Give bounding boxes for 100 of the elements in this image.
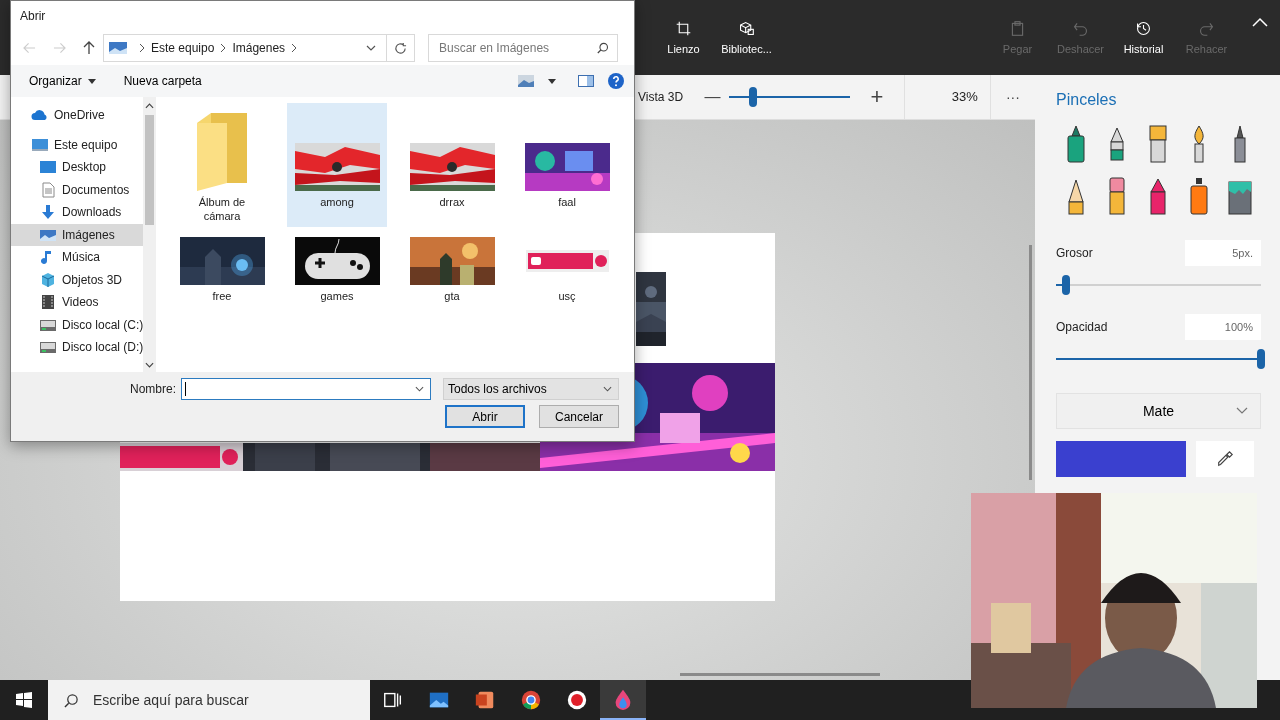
computer-icon (31, 136, 49, 153)
nav-item[interactable]: Downloads (11, 201, 144, 224)
chevron-icon (291, 43, 298, 53)
view-icon[interactable] (518, 75, 534, 87)
dialog-title: Abrir (19, 8, 47, 25)
scrollbar[interactable] (680, 673, 880, 676)
file-item[interactable]: free (172, 233, 272, 307)
file-name-label: Nombre: (130, 382, 176, 396)
file-item[interactable]: Álbum de cámara (172, 103, 272, 227)
file-item[interactable]: usç (517, 233, 617, 307)
crop-icon (675, 20, 692, 37)
zoom-reading: 33% (903, 75, 990, 119)
zoom-in-button[interactable]: + (866, 84, 888, 110)
chevron-icon (1236, 407, 1248, 415)
file-item[interactable]: drrax (402, 103, 502, 227)
finish-dropdown[interactable]: Mate (1056, 393, 1261, 429)
nav-item[interactable]: Disco local (C:) (11, 313, 144, 336)
nav-item[interactable]: Videos (11, 291, 144, 314)
undo-icon (1072, 20, 1089, 37)
presentation-icon (474, 689, 496, 711)
folder-icon (197, 113, 247, 191)
address-bar[interactable]: Este equipo Imágenes (103, 34, 415, 62)
pictures-icon (109, 42, 127, 54)
search-icon (64, 692, 79, 708)
nav-item[interactable]: Documentos (11, 178, 144, 201)
search-field[interactable]: Buscar en Imágenes (428, 34, 618, 62)
history-icon (1135, 20, 1152, 37)
collapse-icon[interactable] (1252, 16, 1268, 27)
file-name: Álbum de cámara (197, 195, 247, 223)
dropdown-icon[interactable] (548, 78, 556, 84)
slider-thumb[interactable] (748, 87, 757, 107)
zoom-slider[interactable] (728, 86, 851, 108)
file-name: usç (557, 289, 577, 303)
file-item[interactable]: gta (402, 233, 502, 307)
nav-item[interactable]: Música (11, 246, 144, 269)
scrollbar[interactable] (1029, 245, 1032, 480)
thickness-slider[interactable] (1056, 275, 1261, 295)
nav-item[interactable]: Objetos 3D (11, 268, 144, 291)
help-icon[interactable] (608, 73, 624, 89)
opacity-field[interactable]: 100% (1185, 314, 1261, 340)
scrollbar-thumb[interactable] (145, 115, 155, 225)
file-item[interactable]: faal (517, 103, 617, 227)
nav-item[interactable]: Imágenes (11, 223, 144, 246)
toolbar-button[interactable]: Historial (1112, 0, 1175, 75)
zoom-out-button[interactable]: — (700, 88, 725, 106)
scroll-down-icon[interactable] (145, 362, 155, 368)
clipboard-icon (1009, 20, 1026, 37)
nav-item[interactable]: Disco local (D:) (11, 336, 144, 359)
search-icon (597, 42, 609, 54)
file-name: free (211, 289, 233, 303)
refresh-icon (394, 41, 407, 55)
eyedropper-icon (1216, 450, 1234, 468)
thickness-label: Grosor (1056, 246, 1093, 260)
new-folder-button[interactable]: Nueva carpeta (119, 74, 206, 88)
panel-title: Pinceles (1056, 91, 1118, 109)
dropdown-icon[interactable] (415, 386, 424, 392)
breadcrumb-item[interactable]: Este equipo (151, 41, 215, 55)
file-name: among (319, 195, 355, 209)
toolbar-button[interactable]: Bibliotec... (715, 0, 778, 75)
toolbar-button[interactable]: Lienzo (652, 0, 715, 75)
search-input[interactable]: Escribe aquí para buscar (91, 691, 355, 709)
color-swatch[interactable] (1056, 441, 1186, 477)
view-3d-label: Vista 3D (638, 90, 685, 104)
file-name-field[interactable] (181, 378, 431, 400)
organize-button[interactable]: Organizar (25, 74, 100, 88)
cube-icon (39, 271, 57, 288)
eyedropper-button[interactable] (1196, 441, 1254, 477)
start-icon (16, 692, 32, 708)
nav-item[interactable]: OneDrive (11, 104, 144, 127)
redo-icon (1198, 20, 1215, 37)
drive-icon (39, 339, 57, 356)
desktop-icon (39, 159, 57, 176)
preview-pane-icon[interactable] (578, 75, 594, 87)
slider-thumb[interactable] (1257, 349, 1265, 369)
breadcrumb-item[interactable]: Imágenes (232, 41, 286, 55)
record-icon (566, 689, 588, 711)
up-icon[interactable] (83, 41, 95, 55)
dropdown-icon[interactable] (366, 45, 376, 51)
open-button[interactable]: Abrir (445, 405, 525, 428)
browser-icon (520, 689, 542, 711)
file-item[interactable]: among (287, 103, 387, 227)
nav-item[interactable]: Este equipo (11, 133, 144, 156)
file-item[interactable]: games (287, 233, 387, 307)
film-icon (39, 294, 57, 311)
chevron-icon (139, 43, 145, 53)
caret-icon (87, 78, 96, 84)
chevron-icon (220, 43, 227, 53)
slider-thumb[interactable] (1062, 275, 1071, 295)
thickness-field[interactable]: 5px. (1185, 240, 1261, 266)
nav-item[interactable]: Desktop (11, 156, 144, 179)
scroll-up-icon[interactable] (145, 103, 155, 109)
file-name: gta (443, 289, 461, 303)
file-name: faal (557, 195, 577, 209)
document-icon (39, 181, 57, 198)
file-name: games (319, 289, 355, 303)
cube-icon (738, 20, 755, 37)
download-icon (39, 204, 57, 221)
taskbar-search-field[interactable]: Escribe aquí para buscar (48, 680, 370, 720)
file-name: drrax (438, 195, 466, 209)
opacity-label: Opacidad (1056, 320, 1108, 334)
